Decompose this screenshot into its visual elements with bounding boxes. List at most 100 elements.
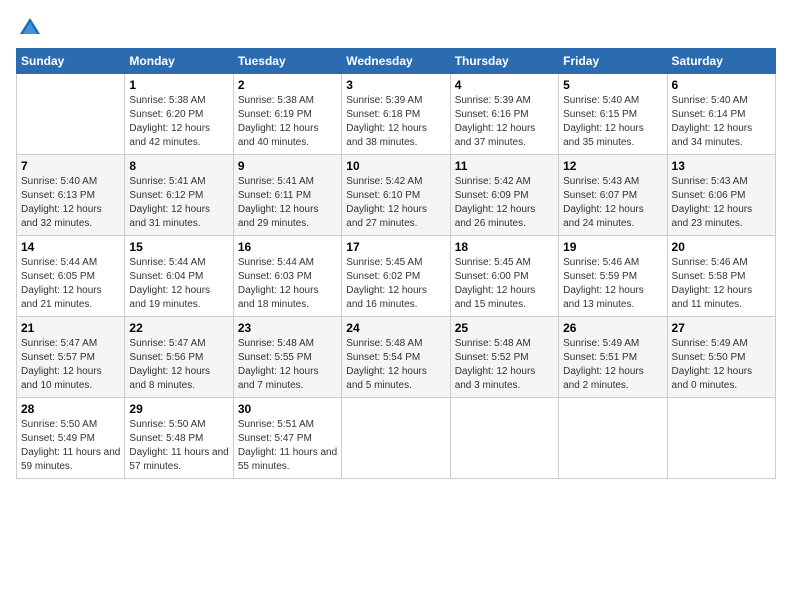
calendar-cell: 16 Sunrise: 5:44 AMSunset: 6:03 PMDayligh… (233, 236, 341, 317)
calendar-cell: 27Sunrise: 5:49 AMSunset: 5:50 PMDayligh… (667, 317, 775, 398)
day-number: 6 (672, 78, 771, 92)
day-number: 8 (129, 159, 228, 173)
day-info: Sunrise: 5:38 AMSunset: 6:20 PMDaylight:… (129, 94, 228, 150)
day-number: 29 (129, 402, 228, 416)
weekday-header-row: SundayMondayTuesdayWednesdayThursdayFrid… (17, 49, 776, 74)
calendar-week-1: 1 Sunrise: 5:38 AMSunset: 6:20 PMDaylight… (17, 74, 776, 155)
day-info: Sunrise: 5:39 AMSunset: 6:16 PMDaylight:… (455, 94, 554, 150)
calendar-cell (450, 398, 558, 479)
calendar-cell: 26 Sunrise: 5:49 AMSunset: 5:51 PMDayligh… (559, 317, 667, 398)
day-info: Sunrise: 5:48 AMSunset: 5:55 PMDaylight:… (238, 337, 337, 393)
day-number: 16 (238, 240, 337, 254)
weekday-header-friday: Friday (559, 49, 667, 74)
weekday-header-tuesday: Tuesday (233, 49, 341, 74)
day-info: Sunrise: 5:43 AMSunset: 6:07 PMDaylight:… (563, 175, 662, 231)
weekday-header-wednesday: Wednesday (342, 49, 450, 74)
day-info: Sunrise: 5:48 AMSunset: 5:52 PMDaylight:… (455, 337, 554, 393)
calendar-cell: 29 Sunrise: 5:50 AMSunset: 5:48 PMDayligh… (125, 398, 233, 479)
day-info: Sunrise: 5:49 AMSunset: 5:51 PMDaylight:… (563, 337, 662, 393)
day-number: 18 (455, 240, 554, 254)
weekday-header-thursday: Thursday (450, 49, 558, 74)
day-number: 1 (129, 78, 228, 92)
day-info: Sunrise: 5:40 AMSunset: 6:14 PMDaylight:… (672, 94, 771, 150)
day-info: Sunrise: 5:47 AMSunset: 5:57 PMDaylight:… (21, 337, 120, 393)
day-number: 19 (563, 240, 662, 254)
calendar-cell: 25 Sunrise: 5:48 AMSunset: 5:52 PMDayligh… (450, 317, 558, 398)
day-info: Sunrise: 5:45 AMSunset: 6:02 PMDaylight:… (346, 256, 445, 312)
calendar-week-2: 7 Sunrise: 5:40 AMSunset: 6:13 PMDaylight… (17, 155, 776, 236)
calendar-table: SundayMondayTuesdayWednesdayThursdayFrid… (16, 48, 776, 479)
calendar-cell: 7 Sunrise: 5:40 AMSunset: 6:13 PMDaylight… (17, 155, 125, 236)
day-number: 2 (238, 78, 337, 92)
day-number: 7 (21, 159, 120, 173)
calendar-cell: 3Sunrise: 5:39 AMSunset: 6:18 PMDaylight… (342, 74, 450, 155)
calendar-cell: 11 Sunrise: 5:42 AMSunset: 6:09 PMDayligh… (450, 155, 558, 236)
calendar-cell: 30Sunrise: 5:51 AMSunset: 5:47 PMDayligh… (233, 398, 341, 479)
day-info: Sunrise: 5:43 AMSunset: 6:06 PMDaylight:… (672, 175, 771, 231)
calendar-cell: 20Sunrise: 5:46 AMSunset: 5:58 PMDayligh… (667, 236, 775, 317)
logo-icon (18, 16, 42, 36)
calendar-cell (667, 398, 775, 479)
calendar-cell: 8 Sunrise: 5:41 AMSunset: 6:12 PMDaylight… (125, 155, 233, 236)
day-number: 25 (455, 321, 554, 335)
calendar-cell: 21 Sunrise: 5:47 AMSunset: 5:57 PMDayligh… (17, 317, 125, 398)
day-info: Sunrise: 5:41 AMSunset: 6:11 PMDaylight:… (238, 175, 337, 231)
day-number: 14 (21, 240, 120, 254)
day-info: Sunrise: 5:45 AMSunset: 6:00 PMDaylight:… (455, 256, 554, 312)
day-info: Sunrise: 5:49 AMSunset: 5:50 PMDaylight:… (672, 337, 771, 393)
day-number: 24 (346, 321, 445, 335)
day-info: Sunrise: 5:50 AMSunset: 5:49 PMDaylight:… (21, 418, 120, 474)
calendar-cell: 9 Sunrise: 5:41 AMSunset: 6:11 PMDaylight… (233, 155, 341, 236)
day-number: 5 (563, 78, 662, 92)
calendar-cell: 2 Sunrise: 5:38 AMSunset: 6:19 PMDaylight… (233, 74, 341, 155)
calendar-cell: 28 Sunrise: 5:50 AMSunset: 5:49 PMDayligh… (17, 398, 125, 479)
calendar-cell: 23 Sunrise: 5:48 AMSunset: 5:55 PMDayligh… (233, 317, 341, 398)
calendar-cell: 12 Sunrise: 5:43 AMSunset: 6:07 PMDayligh… (559, 155, 667, 236)
day-info: Sunrise: 5:50 AMSunset: 5:48 PMDaylight:… (129, 418, 228, 474)
day-number: 28 (21, 402, 120, 416)
calendar-cell: 1 Sunrise: 5:38 AMSunset: 6:20 PMDaylight… (125, 74, 233, 155)
calendar-cell: 14 Sunrise: 5:44 AMSunset: 6:05 PMDayligh… (17, 236, 125, 317)
day-number: 12 (563, 159, 662, 173)
day-number: 26 (563, 321, 662, 335)
calendar-cell: 24Sunrise: 5:48 AMSunset: 5:54 PMDayligh… (342, 317, 450, 398)
day-info: Sunrise: 5:42 AMSunset: 6:09 PMDaylight:… (455, 175, 554, 231)
day-number: 13 (672, 159, 771, 173)
day-info: Sunrise: 5:44 AMSunset: 6:04 PMDaylight:… (129, 256, 228, 312)
page-header (16, 16, 776, 36)
calendar-cell: 22Sunrise: 5:47 AMSunset: 5:56 PMDayligh… (125, 317, 233, 398)
day-info: Sunrise: 5:40 AMSunset: 6:15 PMDaylight:… (563, 94, 662, 150)
day-info: Sunrise: 5:47 AMSunset: 5:56 PMDaylight:… (129, 337, 228, 393)
calendar-week-4: 21 Sunrise: 5:47 AMSunset: 5:57 PMDayligh… (17, 317, 776, 398)
day-info: Sunrise: 5:40 AMSunset: 6:13 PMDaylight:… (21, 175, 120, 231)
day-number: 11 (455, 159, 554, 173)
calendar-cell: 18 Sunrise: 5:45 AMSunset: 6:00 PMDayligh… (450, 236, 558, 317)
weekday-header-monday: Monday (125, 49, 233, 74)
day-info: Sunrise: 5:44 AMSunset: 6:05 PMDaylight:… (21, 256, 120, 312)
calendar-cell: 4 Sunrise: 5:39 AMSunset: 6:16 PMDaylight… (450, 74, 558, 155)
day-number: 23 (238, 321, 337, 335)
day-number: 20 (672, 240, 771, 254)
day-info: Sunrise: 5:39 AMSunset: 6:18 PMDaylight:… (346, 94, 445, 150)
calendar-cell (342, 398, 450, 479)
calendar-cell (559, 398, 667, 479)
day-number: 4 (455, 78, 554, 92)
calendar-cell: 5 Sunrise: 5:40 AMSunset: 6:15 PMDaylight… (559, 74, 667, 155)
day-number: 10 (346, 159, 445, 173)
weekday-header-sunday: Sunday (17, 49, 125, 74)
calendar-cell: 6 Sunrise: 5:40 AMSunset: 6:14 PMDaylight… (667, 74, 775, 155)
calendar-cell: 10 Sunrise: 5:42 AMSunset: 6:10 PMDayligh… (342, 155, 450, 236)
day-number: 15 (129, 240, 228, 254)
day-info: Sunrise: 5:44 AMSunset: 6:03 PMDaylight:… (238, 256, 337, 312)
day-info: Sunrise: 5:41 AMSunset: 6:12 PMDaylight:… (129, 175, 228, 231)
calendar-cell (17, 74, 125, 155)
day-number: 30 (238, 402, 337, 416)
calendar-week-3: 14 Sunrise: 5:44 AMSunset: 6:05 PMDayligh… (17, 236, 776, 317)
day-number: 17 (346, 240, 445, 254)
calendar-cell: 17 Sunrise: 5:45 AMSunset: 6:02 PMDayligh… (342, 236, 450, 317)
day-number: 9 (238, 159, 337, 173)
day-info: Sunrise: 5:38 AMSunset: 6:19 PMDaylight:… (238, 94, 337, 150)
day-info: Sunrise: 5:46 AMSunset: 5:59 PMDaylight:… (563, 256, 662, 312)
day-info: Sunrise: 5:42 AMSunset: 6:10 PMDaylight:… (346, 175, 445, 231)
day-number: 21 (21, 321, 120, 335)
